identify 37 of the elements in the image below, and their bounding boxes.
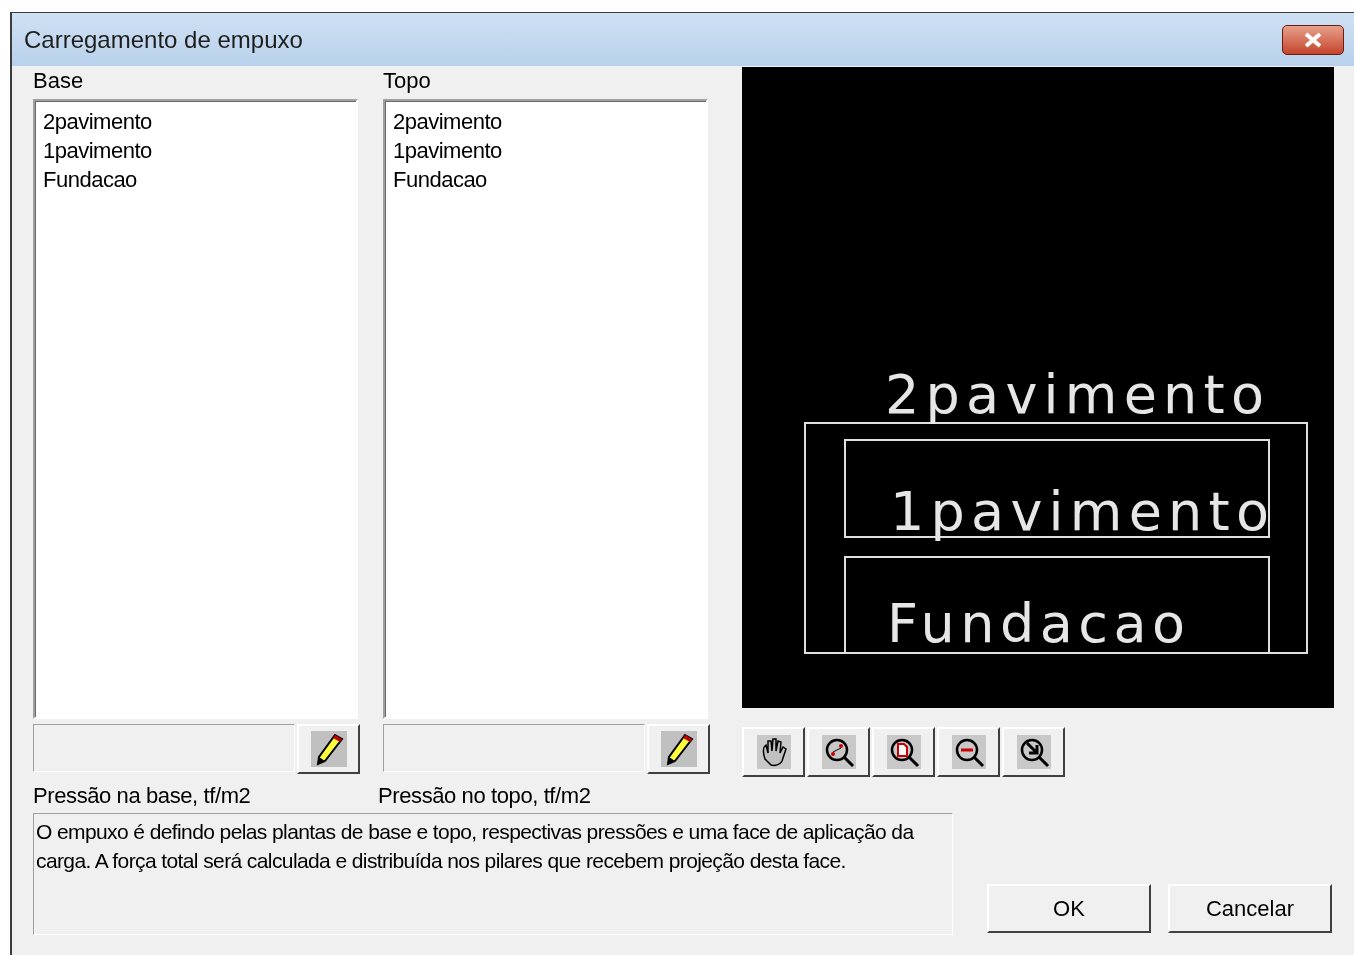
pencil-icon (310, 731, 347, 767)
description-text: O empuxo é defindo pelas plantas de base e topo, respectivas pressões e uma face de aplicação da carga. A força total será calculada e distribuída nos pilares que recebem projeção desta face. (33, 813, 953, 935)
zoom-out-icon (951, 735, 986, 769)
list-item[interactable]: Fundacao (41, 165, 139, 194)
list-item[interactable]: Fundacao (391, 165, 489, 194)
window-title: Carregamento de empuxo (24, 25, 303, 54)
floor-label: Fundacao (887, 592, 1185, 655)
toolbar-button[interactable] (937, 727, 1000, 777)
zoom-page-icon (886, 735, 921, 769)
zoom-icon (821, 735, 856, 769)
base-listbox[interactable]: 2pavimento 1pavimento Fundacao (33, 99, 358, 719)
toolbar-button[interactable] (872, 727, 935, 777)
list-item[interactable]: 1pavimento (391, 136, 504, 165)
pressure-label: Pressão no topo, tf/m2 (378, 782, 591, 809)
list-item[interactable]: 2pavimento (41, 107, 154, 136)
pencil-icon (660, 731, 697, 767)
topo-listbox[interactable]: 2pavimento 1pavimento Fundacao (383, 99, 708, 719)
close-button[interactable] (1282, 24, 1344, 55)
pressure-input[interactable] (33, 724, 295, 772)
ok-button[interactable]: OK (987, 884, 1151, 933)
hand-icon (756, 735, 791, 769)
toolbar-button[interactable] (807, 727, 870, 777)
cancel-button[interactable]: Cancelar (1168, 884, 1332, 933)
toolbar-button[interactable] (1002, 727, 1065, 777)
edit-button[interactable] (297, 724, 360, 774)
toolbar-button[interactable] (742, 727, 805, 777)
floor-label: 1pavimento (890, 480, 1269, 543)
list-label: Topo (383, 67, 431, 95)
edit-button[interactable] (647, 724, 710, 774)
zoom-back-icon (1016, 735, 1051, 769)
close-icon (1302, 31, 1324, 48)
list-label: Base (33, 67, 84, 95)
list-item[interactable]: 2pavimento (391, 107, 504, 136)
list-item[interactable]: 1pavimento (41, 136, 154, 165)
pressure-input[interactable] (383, 724, 645, 772)
floor-label: 2pavimento (885, 363, 1264, 426)
pressure-label: Pressão na base, tf/m2 (33, 782, 252, 809)
